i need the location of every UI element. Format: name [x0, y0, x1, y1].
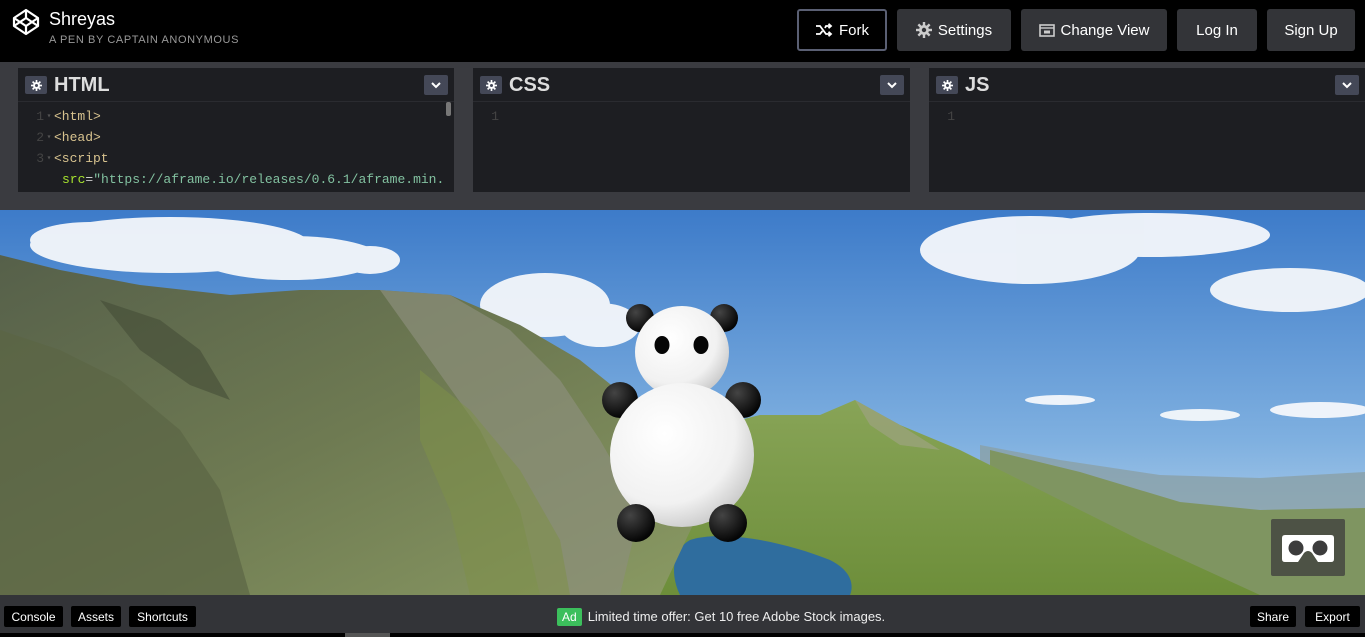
ad-banner[interactable]: Ad Limited time offer: Get 10 free Adobe… [557, 606, 885, 627]
gear-icon [941, 79, 953, 91]
fold-arrow-icon[interactable]: ▾ [44, 127, 54, 148]
log-in-button[interactable]: Log In [1177, 9, 1257, 51]
console-button[interactable]: Console [4, 606, 63, 627]
code-text: <script [54, 151, 109, 166]
log-in-label: Log In [1196, 21, 1238, 39]
share-button[interactable]: Share [1250, 606, 1296, 627]
settings-label: Settings [937, 21, 993, 39]
shortcuts-button[interactable]: Shortcuts [129, 606, 196, 627]
vr-headset-icon [1282, 534, 1334, 562]
code-attr: src [62, 172, 86, 187]
code-string: "https://aframe.io/releases/0.6.1/aframe… [93, 172, 445, 187]
fork-button[interactable]: Fork [797, 9, 887, 51]
fork-label: Fork [839, 21, 869, 39]
html-code-area[interactable]: 1 ▾ <html> 2 ▾ <head> 3 ▾ <script src="https:/… [18, 102, 454, 192]
js-editor-header: JS [929, 68, 1365, 102]
ad-text[interactable]: Limited time offer: Get 10 free Adobe St… [588, 609, 885, 624]
code-text: <head> [54, 130, 101, 145]
code-line: 1 [473, 106, 499, 127]
code-text: <html> [54, 109, 101, 124]
chevron-down-icon [431, 81, 441, 88]
vr-scene[interactable] [0, 210, 1365, 595]
html-settings-button[interactable] [25, 76, 47, 94]
code-line: src="https://aframe.io/releases/0.6.1/af… [62, 172, 445, 187]
ad-badge: Ad [557, 607, 582, 626]
line-number: 1 [491, 109, 499, 124]
sign-up-button[interactable]: Sign Up [1267, 9, 1355, 51]
pen-title: Shreyas [49, 9, 116, 29]
enter-vr-button[interactable] [1271, 519, 1345, 576]
code-line: 3 ▾ <script [18, 148, 109, 169]
change-view-icon [1038, 23, 1055, 37]
footer: Console Assets Shortcuts Ad Limited time… [0, 595, 1365, 637]
js-settings-button[interactable] [936, 76, 958, 94]
sign-up-label: Sign Up [1284, 21, 1338, 39]
html-editor-dropdown[interactable] [424, 75, 448, 95]
export-button[interactable]: Export [1305, 606, 1360, 627]
code-line: 1 ▾ <html> [18, 106, 101, 127]
line-number: 2 [36, 130, 44, 145]
codepen-logo-icon[interactable] [12, 8, 40, 36]
line-number: 1 [36, 109, 44, 124]
chevron-down-icon [1342, 81, 1352, 88]
css-editor-title: CSS [509, 74, 551, 96]
code-line: 1 [929, 106, 955, 127]
code-line: 2 ▾ <head> [18, 127, 101, 148]
change-view-button[interactable]: Change View [1021, 9, 1167, 51]
line-number: 1 [947, 109, 955, 124]
css-editor-dropdown[interactable] [880, 75, 904, 95]
js-editor-dropdown[interactable] [1335, 75, 1359, 95]
header: Shreyas A PEN BY CAPTAIN ANONYMOUS Fork [0, 0, 1365, 62]
chevron-down-icon [887, 81, 897, 88]
css-editor[interactable]: CSS 1 [473, 68, 910, 192]
assets-button[interactable]: Assets [71, 606, 121, 627]
html-editor-title: HTML [54, 74, 110, 96]
change-view-label: Change View [1060, 21, 1150, 39]
gear-icon [485, 79, 497, 91]
editor-scrollbar[interactable] [446, 102, 451, 116]
css-code-area[interactable]: 1 [473, 102, 910, 192]
fold-arrow-icon[interactable]: ▾ [44, 148, 54, 169]
bottom-strip [0, 633, 1365, 637]
preview-resize-handle[interactable] [0, 192, 1365, 210]
pen-author[interactable]: A PEN BY CAPTAIN ANONYMOUS [49, 34, 239, 46]
fork-icon [816, 23, 833, 37]
fold-arrow-icon[interactable]: ▾ [44, 106, 54, 127]
editors-panel: HTML 1 ▾ <html> 2 ▾ <head> 3 ▾ <script src="ht… [0, 68, 1365, 192]
js-editor[interactable]: JS 1 [929, 68, 1365, 192]
preview-frame[interactable] [0, 210, 1365, 595]
css-editor-header: CSS [473, 68, 910, 102]
settings-button[interactable]: Settings [897, 9, 1011, 51]
gear-icon [915, 22, 932, 38]
bottom-scroll-mark [345, 633, 390, 637]
line-number: 3 [36, 151, 44, 166]
js-editor-title: JS [965, 74, 990, 96]
css-settings-button[interactable] [480, 76, 502, 94]
html-editor-header: HTML [18, 68, 454, 102]
js-code-area[interactable]: 1 [929, 102, 1365, 192]
gear-icon [30, 79, 42, 91]
html-editor[interactable]: HTML 1 ▾ <html> 2 ▾ <head> 3 ▾ <script src="ht… [18, 68, 454, 192]
